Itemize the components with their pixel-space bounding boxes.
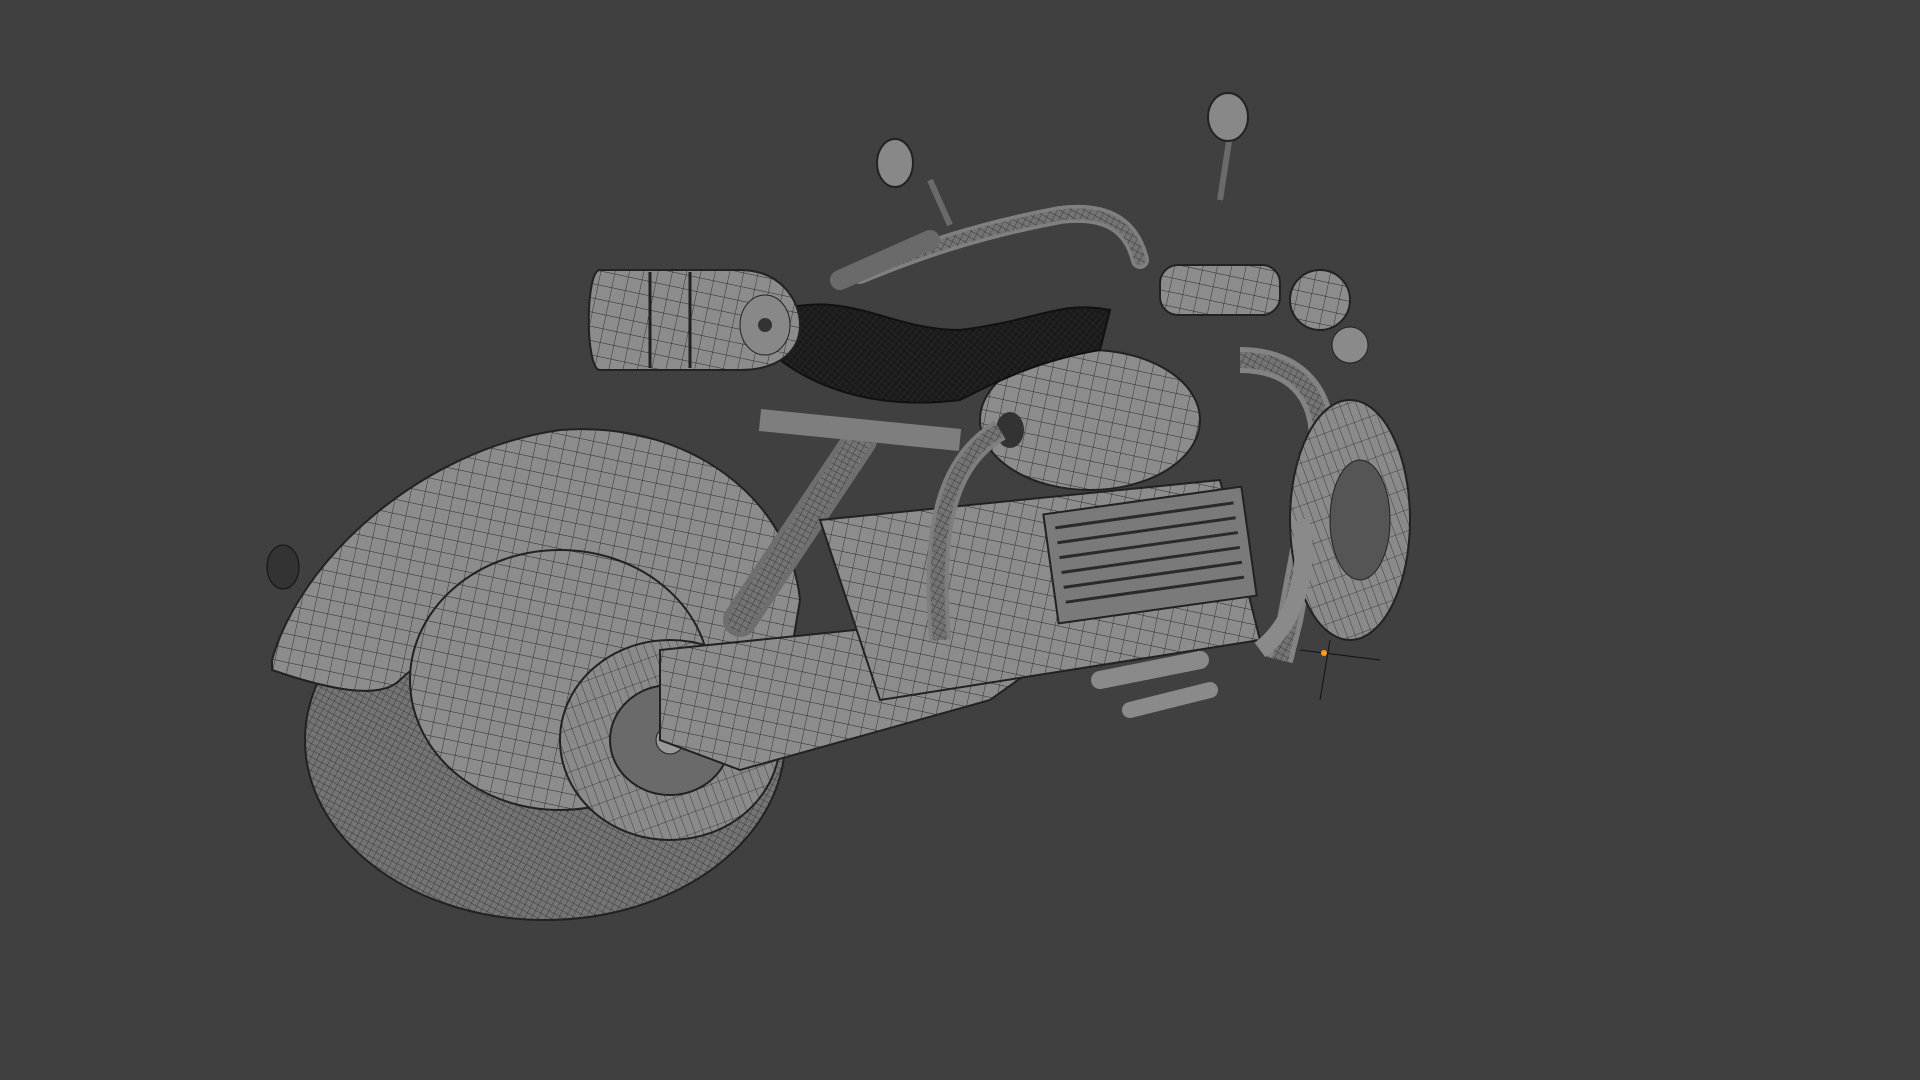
3d-viewport[interactable] (0, 0, 1920, 1080)
motorcycle-mesh[interactable] (266, 92, 1411, 921)
right-mirror[interactable] (1207, 92, 1249, 201)
front-controls[interactable] (1159, 264, 1369, 364)
viewport-canvas[interactable] (0, 0, 1920, 1080)
rear-canister[interactable] (587, 269, 802, 371)
left-mirror[interactable] (876, 138, 953, 227)
handlebar[interactable] (830, 204, 1149, 290)
object-origin-icon (1299, 639, 1381, 701)
